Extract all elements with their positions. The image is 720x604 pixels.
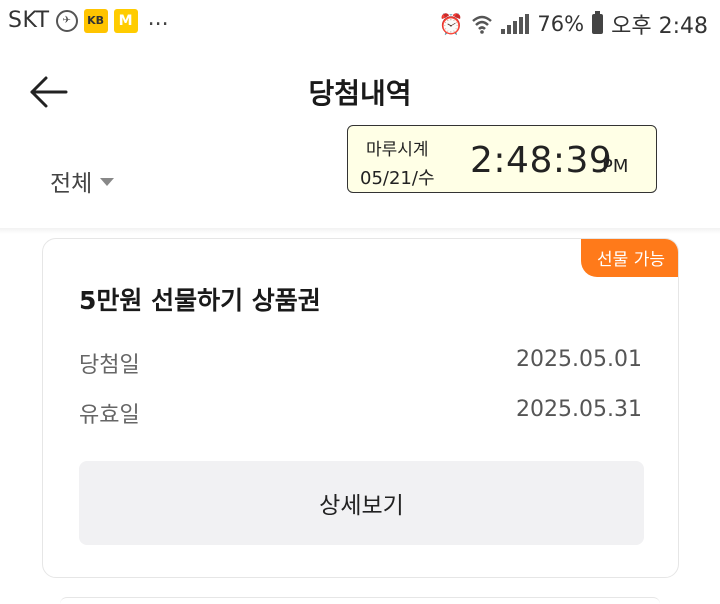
win-date-row: 당첨일 2025.05.01 xyxy=(79,347,642,379)
expiry-date-value: 2025.05.31 xyxy=(516,397,642,422)
overlay-clock-name: 마루시계 xyxy=(366,140,429,160)
overlay-clock-date: 05/21/수 xyxy=(360,168,435,189)
overlay-clock-ampm: PM xyxy=(602,156,629,177)
wifi-icon xyxy=(472,15,493,34)
page-title: 당첨내역 xyxy=(308,77,412,110)
m-app-icon: M xyxy=(113,8,138,33)
status-bar-right: ⏰ 76% 오후 2:48 xyxy=(439,8,708,40)
giftable-badge: 선물 가능 xyxy=(581,239,678,277)
expiry-date-row: 유효일 2025.05.31 xyxy=(79,397,642,429)
battery-percent: 76% xyxy=(537,12,585,36)
caret-down-icon xyxy=(100,178,115,186)
section-divider xyxy=(0,228,720,234)
prize-title: 5만원 선물하기 상품권 xyxy=(79,286,321,315)
win-date-label: 당첨일 xyxy=(79,353,140,378)
filter-dropdown[interactable]: 전체 xyxy=(50,164,115,198)
status-time: 오후 2:48 xyxy=(611,14,708,39)
expiry-date-label: 유효일 xyxy=(79,403,140,428)
next-card-edge xyxy=(60,597,660,604)
carrier-label: SKT xyxy=(8,8,50,33)
battery-icon xyxy=(592,11,604,34)
status-bar-left: SKT ✈ KB M ... xyxy=(8,6,169,33)
signal-icon xyxy=(501,14,530,34)
app-header: 당첨내역 xyxy=(0,56,720,126)
notification-app-icon: ✈ xyxy=(55,9,78,32)
kb-app-icon: KB xyxy=(83,8,108,33)
more-notifications-indicator: ... xyxy=(147,6,169,31)
filter-selected-label: 전체 xyxy=(50,171,93,197)
status-bar: SKT ✈ KB M ... ⏰ 76% 오후 2:48 xyxy=(0,0,720,44)
view-details-button[interactable]: 상세보기 xyxy=(79,461,644,545)
alarm-icon: ⏰ xyxy=(438,12,464,36)
prize-card: 선물 가능 5만원 선물하기 상품권 당첨일 2025.05.01 유효일 20… xyxy=(42,238,679,578)
win-date-value: 2025.05.01 xyxy=(516,347,642,372)
overlay-clock-widget: 마루시계 05/21/수 2:48:39 PM xyxy=(347,125,657,193)
overlay-clock-time: 2:48:39 xyxy=(470,140,613,181)
